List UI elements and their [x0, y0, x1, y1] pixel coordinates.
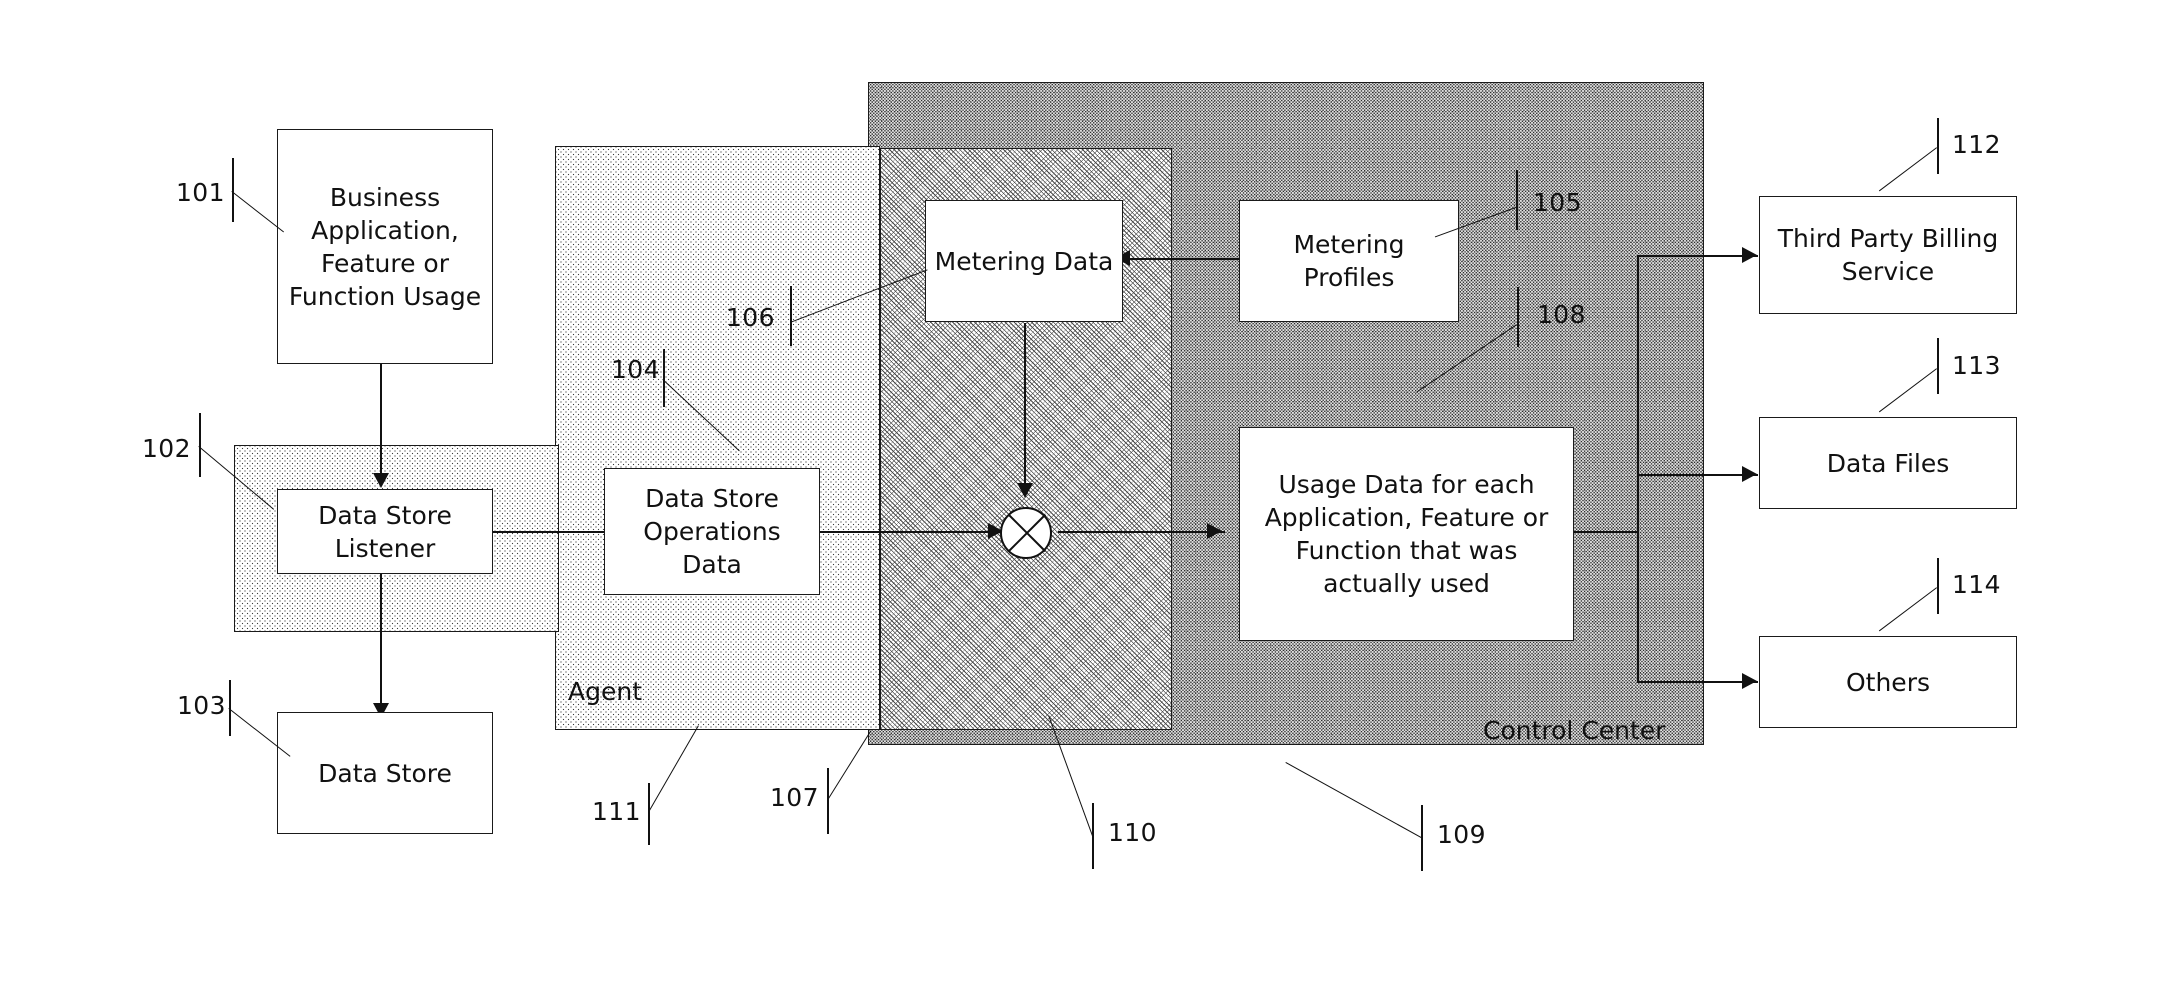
- caption-agent: Agent: [568, 677, 642, 706]
- node-data-files[interactable]: Data Files: [1759, 417, 2017, 509]
- numeral-105-tick: [1516, 170, 1518, 230]
- node-others[interactable]: Others: [1759, 636, 2017, 728]
- connector-bus-to-others: [1637, 681, 1758, 683]
- numeral-109-leader: [1285, 761, 1422, 838]
- node-third-party-billing-service[interactable]: Third Party Billing Service: [1759, 196, 2017, 314]
- arrowhead-bus-to-billing: [1742, 246, 1757, 263]
- numeral-111-tick: [648, 783, 650, 845]
- numeral-113-tick: [1937, 338, 1939, 394]
- connector-app-to-listener: [380, 363, 382, 478]
- numeral-108: 108: [1537, 300, 1586, 329]
- arrowhead-app-to-listener: [372, 473, 389, 488]
- numeral-113: 113: [1952, 351, 2001, 380]
- numeral-113-leader: [1878, 367, 1937, 413]
- node-metering-profiles[interactable]: Metering Profiles: [1239, 200, 1459, 322]
- numeral-102-tick: [199, 413, 201, 477]
- numeral-110: 110: [1108, 818, 1157, 847]
- numeral-103: 103: [177, 691, 226, 720]
- connector-combiner-to-usage: [1058, 531, 1225, 533]
- node-metering-data[interactable]: Metering Data: [925, 200, 1123, 322]
- node-usage-data[interactable]: Usage Data for each Application, Feature…: [1239, 427, 1574, 641]
- numeral-110-tick: [1092, 803, 1094, 869]
- numeral-112: 112: [1952, 130, 2001, 159]
- arrowhead-bus-to-others: [1742, 672, 1757, 689]
- numeral-112-tick: [1937, 118, 1939, 174]
- node-data-store-operations-data[interactable]: Data Store Operations Data: [604, 468, 820, 595]
- connector-listener-to-datastore: [380, 573, 382, 708]
- numeral-112-leader: [1878, 146, 1937, 192]
- region-agent: [555, 146, 880, 730]
- arrowhead-metering-data-to-combiner: [1016, 483, 1033, 498]
- numeral-111-leader: [648, 725, 700, 813]
- numeral-114-tick: [1937, 558, 1939, 614]
- node-business-application[interactable]: Business Application, Feature or Functio…: [277, 129, 493, 364]
- numeral-101-tick: [232, 158, 234, 222]
- numeral-104-tick: [663, 349, 665, 407]
- patent-figure: Agent Control Center Business Applicatio…: [0, 0, 2174, 989]
- connector-bus-to-data-files: [1637, 474, 1758, 476]
- numeral-107-leader: [827, 730, 872, 801]
- numeral-114: 114: [1952, 570, 2001, 599]
- numeral-101: 101: [176, 178, 225, 207]
- combiner-operator-icon: [1000, 507, 1052, 559]
- connector-usage-to-bus: [1572, 531, 1639, 533]
- numeral-111: 111: [592, 797, 641, 826]
- numeral-114-leader: [1878, 586, 1937, 632]
- output-bus-vertical: [1637, 255, 1639, 683]
- node-data-store[interactable]: Data Store: [277, 712, 493, 834]
- connector-operations-to-combiner: [820, 531, 1005, 533]
- numeral-105: 105: [1533, 188, 1582, 217]
- numeral-109: 109: [1437, 820, 1486, 849]
- connector-metering-data-to-combiner: [1024, 323, 1026, 488]
- arrowhead-bus-to-data-files: [1742, 465, 1757, 482]
- caption-control-center: Control Center: [1483, 716, 1666, 745]
- numeral-107: 107: [770, 783, 819, 812]
- numeral-108-tick: [1517, 287, 1519, 347]
- numeral-102: 102: [142, 434, 191, 463]
- node-data-store-listener[interactable]: Data Store Listener: [277, 489, 493, 574]
- connector-bus-to-billing: [1637, 255, 1758, 257]
- connector-profiles-to-metering-data: [1124, 258, 1248, 260]
- numeral-104: 104: [611, 355, 660, 384]
- numeral-109-tick: [1421, 805, 1423, 871]
- numeral-106-tick: [790, 286, 792, 346]
- numeral-106: 106: [726, 303, 775, 332]
- arrowhead-combiner-to-usage: [1207, 522, 1222, 539]
